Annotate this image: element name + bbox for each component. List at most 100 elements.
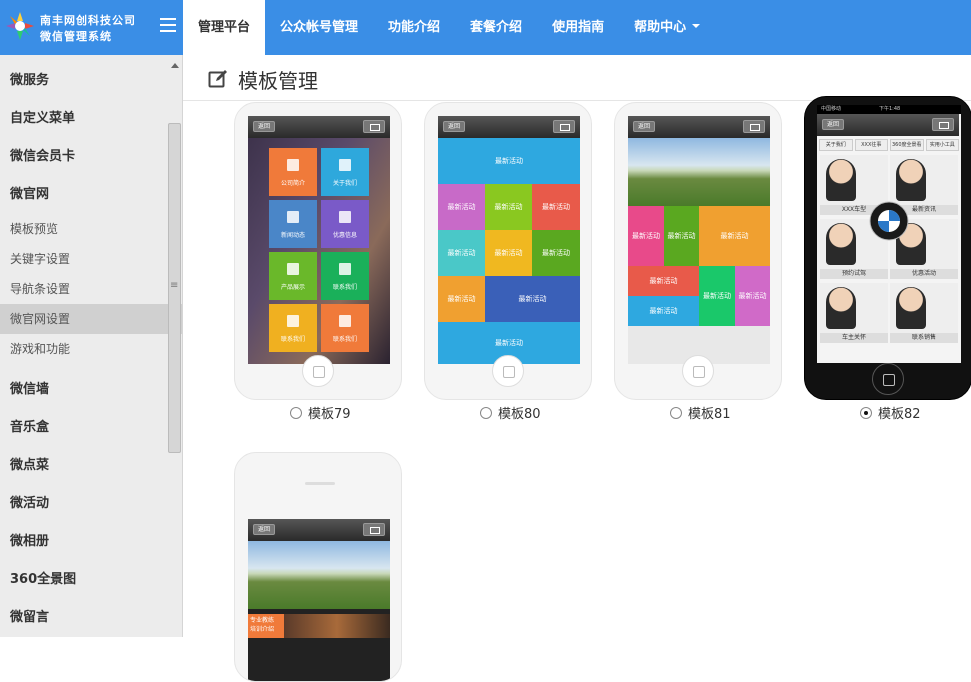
template-82-preview[interactable]: 中国移动 下午1:48 返回 关于我们 XXX往事 360度全景看 实用小工具 … — [804, 96, 971, 400]
template-81-preview[interactable]: 返回 最新活动 最新活动 最新活动 最新活动 最新活动 最新活动 最新活动 — [614, 102, 782, 400]
tile-label: 最新活动 — [485, 230, 532, 276]
tile-label: 联系我们 — [321, 252, 369, 300]
phone-toolbar: 返回 — [628, 116, 770, 138]
cell-label: 联系销售 — [890, 333, 958, 343]
tile-label: 联系我们 — [269, 304, 317, 352]
template-80-option[interactable]: 模板80 — [480, 403, 541, 422]
sidebar-item-custom-menu[interactable]: 自定义菜单 — [0, 100, 182, 138]
sidebar-item-member-card[interactable]: 微信会员卡 — [0, 138, 182, 176]
tile-label: 最新活动 — [532, 184, 580, 230]
scroll-up-arrow-icon[interactable] — [171, 63, 179, 68]
tile-label: 最新活动 — [699, 266, 735, 326]
home-button-icon — [872, 363, 904, 395]
template-79-label: 模板79 — [308, 407, 351, 422]
sidebar-item-micro-service[interactable]: 微服务 — [0, 62, 182, 100]
tile-label: 最新活动 — [485, 184, 532, 230]
tile-label: 最新活动 — [628, 296, 699, 326]
template-82-radio[interactable] — [860, 406, 872, 419]
sidebar-item-music-box[interactable]: 音乐盒 — [0, 409, 182, 447]
car-brand-logo-icon — [869, 201, 909, 241]
back-button: 返回 — [633, 121, 655, 132]
tile-label: 产品展示 — [269, 252, 317, 300]
banner-image — [248, 541, 390, 609]
page-title: 模板管理 — [238, 69, 318, 93]
tab-label: 实用小工具 — [925, 139, 959, 151]
share-icon — [743, 120, 765, 133]
template-82-label: 模板82 — [878, 407, 921, 422]
template-83-preview[interactable]: 返回 专业教练 培训介绍 — [234, 452, 402, 682]
sidebar-item-wechat-wall[interactable]: 微信墙 — [0, 371, 182, 409]
back-button: 返回 — [443, 121, 465, 132]
menu-toggle-icon[interactable] — [160, 18, 176, 34]
sidebar-item-games[interactable]: 游戏和功能 — [0, 334, 182, 364]
sidebar: 微服务 自定义菜单 微信会员卡 微官网 模板预览 关键字设置 导航条设置 微官网… — [0, 55, 183, 637]
grid-cell: 联系销售 — [890, 283, 958, 343]
template-80-label: 模板80 — [498, 407, 541, 422]
back-button: 返回 — [253, 524, 275, 535]
nav-help-center[interactable]: 帮助中心 — [619, 0, 715, 55]
chevron-down-icon — [692, 24, 701, 28]
nav-features[interactable]: 功能介绍 — [373, 0, 455, 55]
clock-text: 下午1:48 — [879, 106, 901, 112]
nav-account-management[interactable]: 公众帐号管理 — [265, 0, 373, 55]
sidebar-item-panorama[interactable]: 360全景图 — [0, 561, 182, 599]
template-83-screen: 返回 专业教练 培训介绍 — [248, 519, 390, 681]
template-81-option[interactable]: 模板81 — [670, 403, 731, 422]
nav-packages[interactable]: 套餐介绍 — [455, 0, 537, 55]
sidebar-item-ordering[interactable]: 微点菜 — [0, 447, 182, 485]
phone-toolbar: 返回 — [817, 114, 959, 136]
tile-label: 公司简介 — [269, 148, 317, 196]
cell-label: 车主关怀 — [820, 333, 888, 343]
sidebar-item-message-board[interactable]: 微留言 — [0, 599, 182, 637]
phone-toolbar: 返回 — [248, 116, 390, 138]
brand-logo[interactable]: 南丰网创科技公司 微信管理系统 — [0, 0, 183, 55]
home-button-icon — [492, 355, 524, 387]
nav-user-guide[interactable]: 使用指南 — [537, 0, 619, 55]
nav-management-platform[interactable]: 管理平台 — [183, 0, 266, 55]
template-79-preview[interactable]: 返回 公司简介 关于我们 新闻动态 优惠信息 产品展示 联系我们 联系我们 联系… — [234, 102, 402, 400]
tile-label: 关于我们 — [321, 148, 369, 196]
carrier-text: 中国移动 — [821, 106, 842, 112]
brand-logo-icon — [6, 12, 34, 40]
template-79-radio[interactable] — [290, 406, 302, 419]
tile-label: 最新活动 — [485, 276, 580, 322]
sidebar-item-activities[interactable]: 微活动 — [0, 485, 182, 523]
template-80-preview[interactable]: 返回 最新活动 最新活动 最新活动 最新活动 最新活动 最新活动 最新活动 最新… — [424, 102, 592, 400]
tile-label: 最新活动 — [438, 138, 580, 184]
template-82-option[interactable]: 模板82 — [860, 403, 921, 422]
tile-label: 最新活动 — [735, 266, 770, 326]
tile-label: 最新活动 — [628, 266, 699, 296]
tab-label: 360度全景看 — [890, 139, 924, 151]
template-79-option[interactable]: 模板79 — [290, 403, 351, 422]
cell-label: 优惠活动 — [890, 269, 958, 279]
template-80-screen: 返回 最新活动 最新活动 最新活动 最新活动 最新活动 最新活动 最新活动 最新… — [438, 116, 580, 364]
tab-strip: 关于我们 XXX往事 360度全景看 实用小工具 — [819, 139, 959, 151]
brand-subtitle: 微信管理系统 — [40, 30, 112, 43]
back-button: 返回 — [253, 121, 275, 132]
tile-label: 最新活动 — [532, 230, 580, 276]
top-navbar: 南丰网创科技公司 微信管理系统 管理平台 公众帐号管理 功能介绍 套餐介绍 使用… — [0, 0, 971, 55]
page-header: 模板管理 — [183, 55, 971, 101]
tile-label: 最新活动 — [628, 206, 664, 266]
sidebar-item-micro-site[interactable]: 微官网 — [0, 176, 182, 214]
sidebar-item-site-settings[interactable]: 微官网设置 — [0, 304, 182, 334]
tile-label: 优惠信息 — [321, 200, 369, 248]
tile-label: 最新活动 — [699, 206, 770, 266]
sidebar-item-keyword-settings[interactable]: 关键字设置 — [0, 244, 182, 274]
tile-label: 最新活动 — [438, 184, 485, 230]
template-82-screen: 中国移动 下午1:48 返回 关于我们 XXX往事 360度全景看 实用小工具 … — [817, 105, 961, 363]
sidebar-item-navbar-settings[interactable]: 导航条设置 — [0, 274, 182, 304]
sidebar-item-template-preview[interactable]: 模板预览 — [0, 214, 182, 244]
share-icon — [553, 120, 575, 133]
tab-label: XXX往事 — [854, 139, 888, 151]
template-80-radio[interactable] — [480, 406, 492, 419]
banner-image — [628, 138, 770, 206]
share-icon — [363, 523, 385, 536]
sidebar-item-album[interactable]: 微相册 — [0, 523, 182, 561]
brand-name: 南丰网创科技公司 — [40, 14, 136, 27]
template-81-radio[interactable] — [670, 406, 682, 419]
back-button: 返回 — [822, 119, 844, 130]
phone-status-bar: 中国移动 下午1:48 — [817, 105, 961, 114]
share-icon — [363, 120, 385, 133]
banner-image — [284, 614, 390, 638]
